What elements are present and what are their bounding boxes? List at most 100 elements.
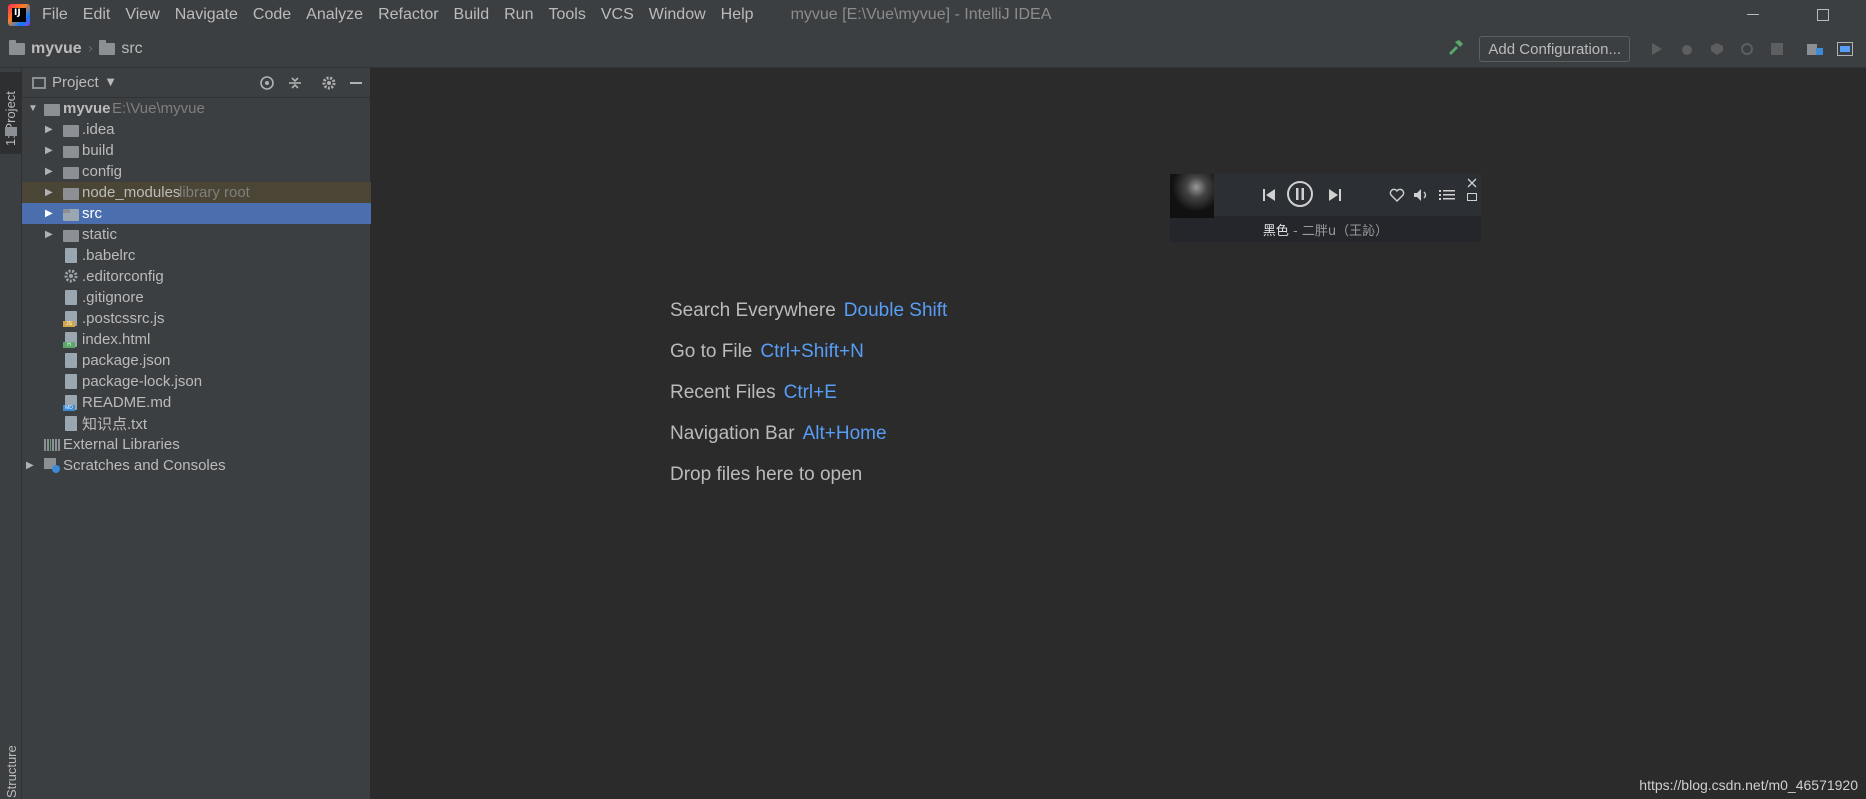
tree-row-label: myvue (63, 100, 111, 117)
hide-panel-icon[interactable] (347, 74, 365, 92)
locate-target-icon[interactable] (258, 74, 276, 92)
tree-row-package-json[interactable]: package.json (22, 350, 371, 371)
tree-row-index-html[interactable]: H index.html (22, 329, 371, 350)
pause-button[interactable] (1287, 181, 1313, 207)
config-file-icon (63, 248, 79, 264)
menu-file[interactable]: File (42, 6, 68, 24)
tree-row-label: .gitignore (82, 289, 144, 306)
menu-analyze[interactable]: Analyze (306, 6, 363, 24)
hint-navigation-bar: Navigation Bar Alt+Home (670, 423, 947, 464)
tree-row-gitignore[interactable]: .gitignore (22, 287, 371, 308)
tree-row-editorconfig[interactable]: .editorconfig (22, 266, 371, 287)
project-panel-title[interactable]: Project (52, 74, 99, 91)
tree-row-config[interactable]: ▶ config (22, 161, 371, 182)
menu-tools[interactable]: Tools (548, 6, 585, 24)
editor-empty-area[interactable]: Search Everywhere Double Shift Go to File… (372, 68, 1866, 799)
breadcrumb-project-label: myvue (31, 39, 82, 57)
tree-row-label: node_modules (82, 184, 181, 201)
menu-run[interactable]: Run (504, 6, 533, 24)
debug-icon[interactable] (1678, 40, 1696, 58)
navigation-bar: myvue › src Add Configuration... (0, 30, 1866, 68)
playlist-icon[interactable] (1438, 187, 1456, 203)
structure-tool-tab[interactable]: Structure (4, 745, 19, 798)
collapsed-arrow-icon[interactable]: ▶ (45, 208, 53, 219)
folder-icon (63, 164, 79, 180)
menu-build[interactable]: Build (454, 6, 490, 24)
menu-help[interactable]: Help (721, 6, 754, 24)
heart-icon[interactable] (1388, 187, 1406, 203)
folder-icon (63, 122, 79, 138)
tree-row-package-lock-json[interactable]: package-lock.json (22, 371, 371, 392)
tree-row-label: src (82, 205, 102, 222)
volume-icon[interactable] (1413, 187, 1431, 203)
tree-row-knowledge-txt[interactable]: 知识点.txt (22, 413, 371, 434)
json-file-icon (63, 353, 79, 369)
profile-icon[interactable] (1738, 40, 1756, 58)
folder-icon (5, 127, 17, 136)
tree-row-build[interactable]: ▶ build (22, 140, 371, 161)
menu-edit[interactable]: Edit (83, 6, 111, 24)
breadcrumb-project[interactable]: myvue (9, 39, 82, 58)
ignore-file-icon (63, 290, 79, 306)
tree-row-static[interactable]: ▶ static (22, 224, 371, 245)
menu-refactor[interactable]: Refactor (378, 6, 438, 24)
collapsed-arrow-icon[interactable]: ▶ (45, 124, 53, 135)
tree-row-label: package-lock.json (82, 373, 203, 390)
previous-track-icon[interactable] (1260, 186, 1278, 204)
minimize-button[interactable] (1730, 0, 1776, 30)
tree-row-label: Scratches and Consoles (63, 457, 226, 474)
tree-row-label: External Libraries (63, 436, 180, 453)
expanded-arrow-icon[interactable]: ▼ (28, 103, 38, 114)
project-panel-header: Project ▼ (22, 68, 370, 98)
menu-navigate[interactable]: Navigate (175, 6, 238, 24)
menu-view[interactable]: View (125, 6, 159, 24)
intellij-logo-icon: IJ (8, 4, 30, 26)
tree-row-label: README.md (82, 394, 172, 411)
tree-row-node-modules[interactable]: ▶ node_modules library root (22, 182, 371, 203)
menu-vcs[interactable]: VCS (601, 6, 634, 24)
hint-drop-files: Drop files here to open (670, 464, 947, 505)
tree-row-babelrc[interactable]: .babelrc (22, 245, 371, 266)
collapsed-arrow-icon[interactable]: ▶ (45, 145, 53, 156)
album-cover[interactable] (1170, 174, 1214, 218)
hint-shortcut: Ctrl+Shift+N (760, 341, 864, 362)
collapse-all-icon[interactable] (286, 74, 304, 92)
project-tool-tab[interactable]: 1: Project (0, 72, 22, 154)
html-file-icon: H (63, 332, 79, 348)
collapsed-arrow-icon[interactable]: ▶ (45, 229, 53, 240)
tree-row-scratches[interactable]: ▶ Scratches and Consoles (22, 455, 371, 476)
collapsed-arrow-icon[interactable]: ▶ (45, 166, 53, 177)
project-structure-icon[interactable] (1806, 40, 1824, 58)
tree-row-external-libraries[interactable]: External Libraries (22, 434, 371, 455)
next-track-icon[interactable] (1326, 186, 1344, 204)
menu-window[interactable]: Window (649, 6, 706, 24)
build-hammer-icon[interactable] (1447, 38, 1465, 61)
stop-icon[interactable] (1768, 40, 1786, 58)
js-file-icon: JS (63, 311, 79, 327)
tree-row-idea[interactable]: ▶ .idea (22, 119, 371, 140)
run-icon[interactable] (1648, 40, 1666, 58)
close-icon[interactable] (1466, 177, 1478, 189)
collapsed-arrow-icon[interactable]: ▶ (45, 187, 53, 198)
breadcrumb-separator: › (87, 40, 94, 57)
gear-icon[interactable] (320, 74, 338, 92)
breadcrumb-src[interactable]: src (99, 39, 143, 58)
music-player-widget: 黑色 - 二胖u（王訫） (1170, 174, 1481, 242)
collapsed-arrow-icon[interactable]: ▶ (26, 460, 34, 471)
folder-icon (63, 227, 79, 243)
tree-row-postcssrc[interactable]: JS .postcssrc.js (22, 308, 371, 329)
tree-row-readme[interactable]: MD README.md (22, 392, 371, 413)
mini-mode-icon[interactable] (1466, 192, 1478, 202)
tree-row-root[interactable]: ▼ myvue E:\Vue\myvue (22, 98, 371, 119)
tree-row-src[interactable]: ▶ src (22, 203, 371, 224)
tree-row-label: .editorconfig (82, 268, 164, 285)
scratches-icon (44, 457, 60, 473)
tree-row-label: .postcssrc.js (82, 310, 165, 327)
menu-code[interactable]: Code (253, 6, 291, 24)
add-configuration-button[interactable]: Add Configuration... (1479, 36, 1630, 62)
tree-row-label: build (82, 142, 114, 159)
chevron-down-icon[interactable]: ▼ (107, 77, 115, 88)
coverage-icon[interactable] (1708, 40, 1726, 58)
toggle-panel-icon[interactable] (1836, 40, 1854, 58)
maximize-button[interactable] (1800, 0, 1846, 30)
